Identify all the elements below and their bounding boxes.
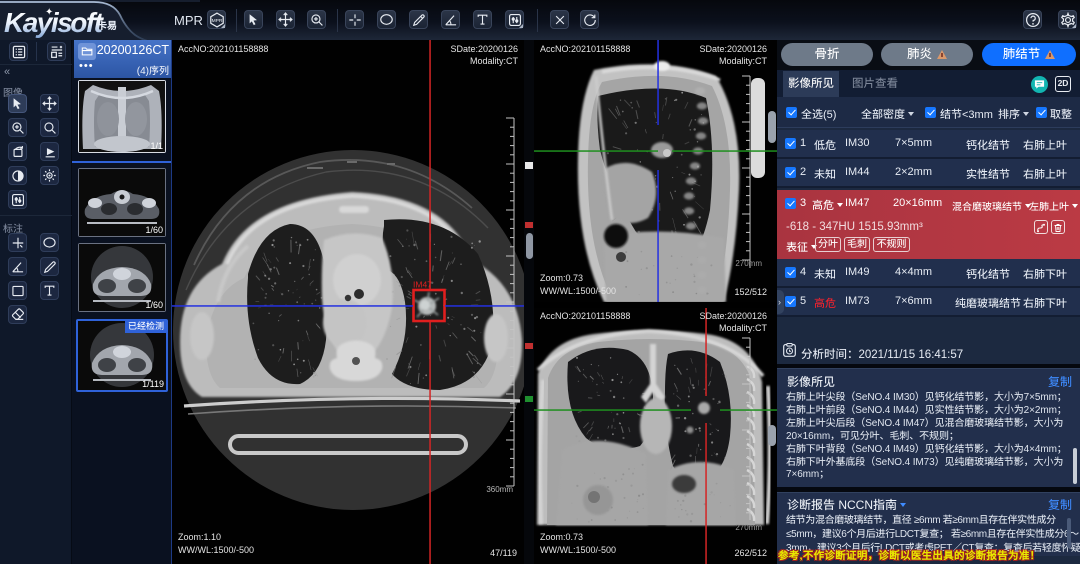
- svg-text:270mm: 270mm: [735, 259, 762, 268]
- svg-text:MPR: MPR: [211, 18, 222, 24]
- svg-text:IM47: IM47: [413, 280, 432, 290]
- svg-text:卡易: 卡易: [97, 17, 117, 32]
- svg-text:Kayisoft: Kayisoft: [4, 7, 105, 38]
- svg-text:270mm: 270mm: [735, 523, 762, 532]
- svg-text:360mm: 360mm: [486, 485, 513, 494]
- svg-text:✦: ✦: [45, 7, 53, 18]
